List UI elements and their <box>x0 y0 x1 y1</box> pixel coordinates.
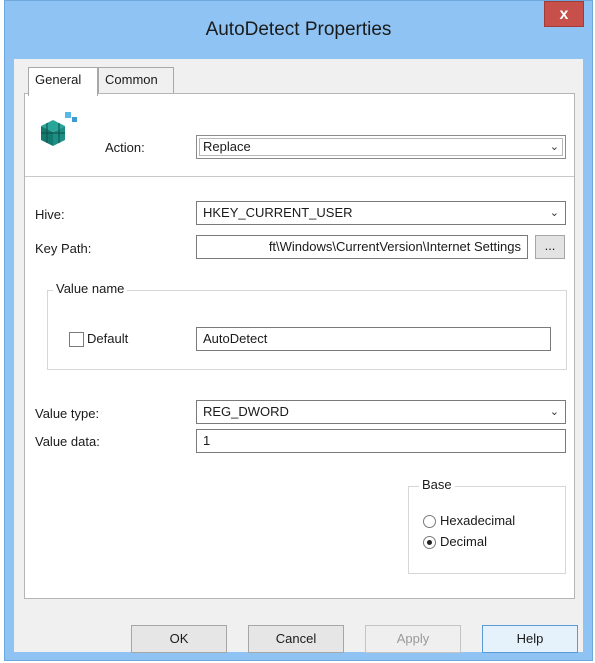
hive-select[interactable]: HKEY_CURRENT_USER ⌄ <box>196 201 566 225</box>
general-tab-panel: Action: Replace ⌄ Hive: HKEY_CURRENT_USE… <box>24 93 575 599</box>
hive-label: Hive: <box>35 207 65 222</box>
value-type-select[interactable]: REG_DWORD ⌄ <box>196 400 566 424</box>
section-divider <box>25 176 574 177</box>
tab-general[interactable]: General <box>28 67 98 96</box>
decimal-radio[interactable] <box>423 536 436 549</box>
key-path-input[interactable]: ft\Windows\CurrentVersion\Internet Setti… <box>196 235 528 259</box>
value-name-group-label: Value name <box>53 281 128 296</box>
default-checkbox[interactable] <box>69 332 84 347</box>
cancel-button[interactable]: Cancel <box>248 625 344 653</box>
title-bar[interactable]: AutoDetect Properties x <box>5 1 592 65</box>
browse-button[interactable]: ... <box>535 235 565 259</box>
action-value: Replace <box>203 139 251 154</box>
chevron-down-icon: ⌄ <box>549 406 559 418</box>
hive-value: HKEY_CURRENT_USER <box>203 205 353 220</box>
hexadecimal-label: Hexadecimal <box>440 513 516 528</box>
dialog-client-area: General Common Action: Replace ⌄ Hive: H… <box>14 59 583 653</box>
ok-button[interactable]: OK <box>131 625 227 653</box>
chevron-down-icon: ⌄ <box>549 207 559 219</box>
chevron-down-icon: ⌄ <box>549 141 559 153</box>
registry-cubes-icon <box>35 108 79 152</box>
value-type-value: REG_DWORD <box>203 404 289 419</box>
default-checkbox-label: Default <box>87 331 129 346</box>
action-label: Action: <box>105 140 145 155</box>
key-path-label: Key Path: <box>35 241 92 256</box>
action-select[interactable]: Replace ⌄ <box>196 135 566 159</box>
value-data-label: Value data: <box>35 434 100 449</box>
apply-button: Apply <box>365 625 461 653</box>
properties-dialog: AutoDetect Properties x General Common A… <box>4 0 593 661</box>
close-button[interactable]: x <box>544 1 584 27</box>
value-data-input[interactable]: 1 <box>196 429 566 453</box>
value-name-input[interactable]: AutoDetect <box>196 327 551 351</box>
tab-common[interactable]: Common <box>98 67 174 93</box>
value-type-label: Value type: <box>35 406 100 421</box>
decimal-label: Decimal <box>440 534 487 549</box>
hexadecimal-radio[interactable] <box>423 515 436 528</box>
base-group-label: Base <box>419 477 455 492</box>
window-title: AutoDetect Properties <box>205 19 392 40</box>
help-button[interactable]: Help <box>482 625 578 653</box>
base-group <box>408 486 566 574</box>
